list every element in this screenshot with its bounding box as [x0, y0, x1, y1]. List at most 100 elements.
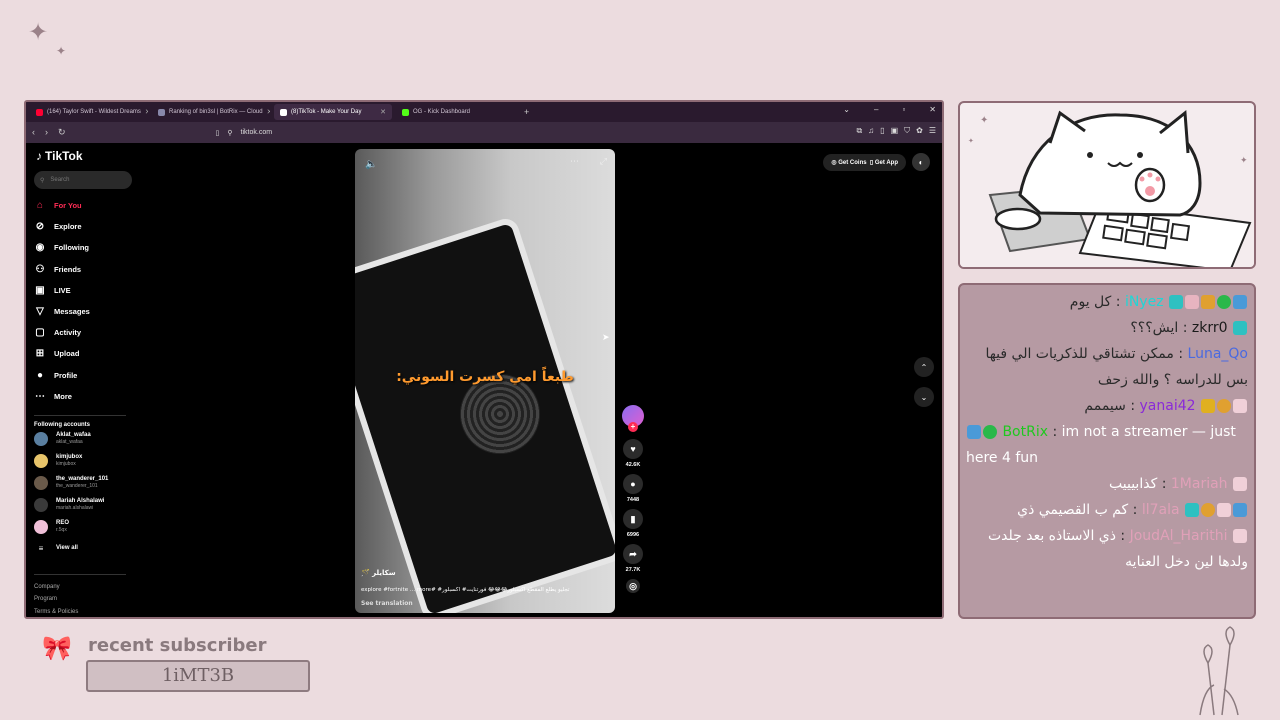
chat-username[interactable]: iNyez	[1125, 294, 1164, 310]
menu-icon[interactable]: ☰	[929, 126, 936, 136]
close-window-button[interactable]: ✕	[929, 105, 936, 114]
tab-tiktok[interactable]: (8)TikTok - Make Your Day ✕	[274, 104, 392, 120]
following-icon: ◉	[35, 242, 45, 254]
search-input[interactable]: ⚲ Search	[34, 171, 132, 189]
bookmark-icon[interactable]: ▯	[216, 129, 220, 137]
see-translation-link[interactable]: See translation	[361, 600, 413, 607]
live-icon: ▣	[35, 284, 45, 296]
chat-username[interactable]: ll7ala	[1142, 502, 1180, 518]
creator-avatar[interactable]: +	[622, 405, 644, 432]
account-item[interactable]: kimjubox kimjubox	[34, 450, 126, 472]
footer-link-company[interactable]: Company	[34, 581, 126, 594]
next-video-button[interactable]: ⌄	[914, 387, 934, 407]
extensions-area: ⧉ ♫ ▯ ▣ ⛉ ✿ ☰	[856, 126, 936, 136]
video-player[interactable]: طبعاً امي كسرت السوني: 🔈 ⋯ ⤢ سكايلر 🪄 تج…	[355, 149, 615, 613]
sidebar-item-profile[interactable]: ● Profile	[34, 365, 126, 386]
sparkle-icon: ✦	[56, 44, 67, 58]
reload-button[interactable]: ↻	[58, 127, 66, 138]
badge-icon	[1201, 295, 1215, 309]
sidebar-item-more[interactable]: ⋯ More	[34, 386, 126, 407]
svg-text:✦: ✦	[1240, 156, 1248, 166]
chat-text: كل يوم	[1069, 294, 1112, 310]
new-tab-button[interactable]: +	[524, 107, 529, 117]
sidebar-footer: Company Program Terms & Policies	[34, 573, 126, 617]
profile-icon: ●	[36, 369, 44, 381]
comment-button[interactable]: ● 7448	[623, 474, 643, 503]
shield-icon[interactable]: ⛉	[904, 126, 910, 136]
comment-icon: ●	[623, 474, 643, 494]
sidebar-item-following[interactable]: ◉ Following	[34, 237, 126, 258]
account-item[interactable]: Mariah Alshalawi mariah.alshalawi	[34, 494, 126, 516]
footer-link-terms[interactable]: Terms & Policies	[34, 606, 126, 617]
following-accounts-title: Following accounts	[34, 414, 126, 428]
extension-icon[interactable]: ✿	[916, 126, 923, 136]
sidebar-item-live[interactable]: ▣ LIVE	[34, 280, 126, 301]
account-item[interactable]: the_wanderer_101 the_wanderer_101	[34, 472, 126, 494]
chat-message: Luna_Qo : ممكن تشتاقي للذكريات الي فيها …	[985, 346, 1248, 388]
sidebar-item-activity[interactable]: ▢ Activity	[34, 322, 126, 343]
bow-badge-icon	[1217, 503, 1231, 517]
tab-kick[interactable]: OG - Kick Dashboard	[396, 104, 514, 120]
window-controls: ⌄ – ▫ ✕	[843, 105, 936, 114]
get-coins-button[interactable]: ◎ Get Coins ▯ Get App	[823, 153, 906, 171]
sparkle-icon: ✦	[28, 18, 49, 46]
extension-icon[interactable]: ⧉	[856, 126, 862, 136]
chat-username[interactable]: 1Mariah	[1171, 476, 1228, 492]
chat-username[interactable]: yanai42	[1140, 398, 1196, 414]
close-icon[interactable]: ✕	[145, 108, 148, 116]
volume-icon[interactable]: 🔈	[365, 159, 377, 170]
chat-message: JoudAl_Harithi : ذي الاستاذه بعد جلدت ول…	[987, 528, 1248, 570]
chevron-down-icon[interactable]: ⌄	[843, 105, 850, 114]
sidebar-item-messages[interactable]: ▽ Messages	[34, 301, 126, 322]
share-button[interactable]: ➦ 27.7K	[623, 544, 643, 573]
close-icon[interactable]: ✕	[380, 108, 386, 116]
music-icon[interactable]: ♫	[868, 126, 874, 136]
close-icon[interactable]: ✕	[267, 108, 270, 116]
account-item[interactable]: REO r.5qx	[34, 516, 126, 538]
video-author[interactable]: سكايلر 🪄	[361, 569, 396, 577]
tab-youtube[interactable]: (164) Taylor Swift - Wildest Dreams✕	[30, 104, 148, 120]
user-avatar[interactable]: ◐	[912, 153, 930, 171]
sidebar-item-explore[interactable]: ⊘ Explore	[34, 216, 126, 237]
tab-botrix[interactable]: Ranking of bin3sl | BotRix — Cloud✕	[152, 104, 270, 120]
badge-icon	[1233, 295, 1247, 309]
recent-subscriber-title: recent subscriber	[88, 635, 267, 656]
verified-badge-icon	[983, 425, 997, 439]
wallet-icon[interactable]: ▣	[891, 126, 899, 136]
activity-icon: ▢	[35, 327, 45, 339]
avatar	[34, 519, 48, 534]
more-options-icon[interactable]: ⋯	[570, 157, 579, 167]
back-button[interactable]: ‹	[32, 127, 35, 138]
share-icon: ➦	[623, 544, 643, 564]
tiktok-icon	[280, 108, 287, 116]
expand-icon[interactable]: ⤢	[600, 157, 607, 167]
svg-text:✦: ✦	[968, 137, 974, 145]
site-info-icon[interactable]: ⚲	[227, 129, 232, 137]
chat-username[interactable]: BotRix	[1002, 424, 1048, 440]
badge-icon	[1201, 503, 1215, 517]
url-field[interactable]: tiktok.com	[241, 129, 273, 136]
forward-button[interactable]: ›	[45, 127, 48, 138]
maximize-button[interactable]: ▫	[902, 105, 905, 114]
sidebar-item-for-you[interactable]: ⌂ For You	[34, 195, 126, 216]
footer-link-program[interactable]: Program	[34, 593, 126, 606]
bow-badge-icon	[1233, 477, 1247, 491]
sidebar-item-friends[interactable]: ⚇ Friends	[34, 259, 126, 280]
sidebar-icon[interactable]: ▯	[880, 126, 884, 136]
tiktok-logo[interactable]: ♪ TikTok	[36, 149, 126, 163]
music-disc[interactable]: ◎	[626, 579, 640, 596]
view-all-link[interactable]: ≡ View all	[34, 538, 126, 560]
previous-video-button[interactable]: ⌃	[914, 357, 934, 377]
minimize-button[interactable]: –	[874, 105, 878, 114]
account-item[interactable]: Aklat_wafaa aklat_wafaa	[34, 428, 126, 450]
chat-username[interactable]: zkrr0	[1192, 320, 1228, 336]
like-button[interactable]: ♥ 42.6K	[623, 439, 643, 468]
sidebar-item-upload[interactable]: ⊞ Upload	[34, 343, 126, 364]
chat-username[interactable]: Luna_Qo	[1188, 346, 1248, 362]
compass-icon: ⊘	[35, 221, 45, 233]
save-button[interactable]: ▮ 6996	[623, 509, 643, 538]
follow-plus-icon[interactable]: +	[628, 422, 638, 432]
more-icon: ⋯	[35, 390, 45, 402]
chat-username[interactable]: JoudAl_Harithi	[1130, 528, 1228, 544]
tiktok-sidebar: ♪ TikTok ⚲ Search ⌂ For You ⊘ Explore ◉ Follo…	[26, 143, 134, 617]
